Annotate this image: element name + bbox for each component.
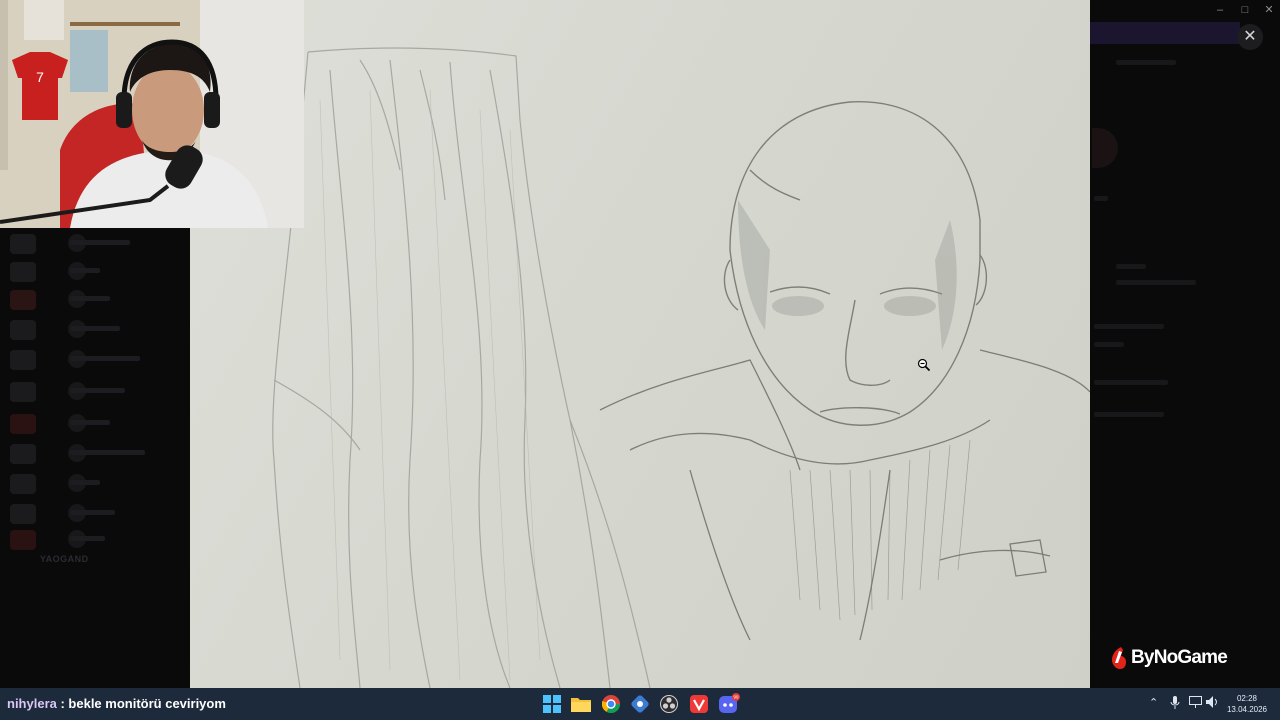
background-banner <box>1090 22 1240 44</box>
pencil-drawing-image <box>190 0 1090 688</box>
file-explorer-icon[interactable] <box>570 693 592 715</box>
clock-date: 13.04.2026 <box>1226 705 1268 714</box>
sidebar-item <box>10 348 180 370</box>
discord-badge: 99 <box>733 695 739 700</box>
microphone-icon[interactable] <box>1170 696 1180 712</box>
sidebar-item <box>10 528 180 550</box>
sidebar-item <box>10 232 180 254</box>
sidebar-item <box>10 318 180 340</box>
bynogame-logo: ByNoGame <box>1110 644 1228 672</box>
sidebar-item <box>10 288 180 310</box>
bynogame-logo-icon <box>1112 647 1126 669</box>
vivaldi-icon[interactable] <box>688 693 710 715</box>
zoom-out-cursor-icon <box>917 358 931 372</box>
windows-start-icon[interactable] <box>541 693 563 715</box>
clock-time: 02:28 <box>1236 694 1258 703</box>
minimize-button[interactable]: – <box>1208 2 1232 18</box>
chat-separator: : <box>56 696 69 711</box>
sidebar-item <box>10 412 180 434</box>
webcam-overlay: 7 <box>0 0 304 228</box>
bynogame-logo-text: ByNoGame <box>1131 647 1228 668</box>
sidebar-item <box>10 502 180 524</box>
discord-icon[interactable]: 99 <box>718 693 740 715</box>
sidebar-item <box>10 380 180 402</box>
chat-text: bekle monitörü ceviriyom <box>68 696 226 711</box>
chevron-up-icon[interactable]: ⌃ <box>1149 696 1158 709</box>
maximize-button[interactable]: □ <box>1233 2 1257 18</box>
sidebar-item <box>10 260 180 282</box>
sidebar-item <box>10 472 180 494</box>
sidebar-section-heading: YAOGAND <box>40 554 89 564</box>
window-close-button[interactable]: ✕ <box>1257 2 1280 18</box>
system-clock[interactable]: 02:28 13.04.2026 <box>1218 693 1276 715</box>
chrome-icon[interactable] <box>600 693 622 715</box>
background-sidebar: YAOGAND <box>0 228 190 688</box>
chat-message: nihylera : bekle monitörü ceviriyom <box>7 696 226 711</box>
network-icon[interactable] <box>1189 696 1202 711</box>
background-avatar <box>1092 128 1118 168</box>
sidebar-item <box>10 442 180 464</box>
taskbar: nihylera : bekle monitörü ceviriyom 99 ⌃… <box>0 688 1280 720</box>
chat-username: nihylera <box>7 696 57 711</box>
background-side-panel <box>1090 0 1280 688</box>
app-icon[interactable] <box>629 693 651 715</box>
close-icon[interactable]: ✕ <box>1237 24 1263 50</box>
svg-text:7: 7 <box>36 69 44 85</box>
obs-icon[interactable] <box>658 693 680 715</box>
